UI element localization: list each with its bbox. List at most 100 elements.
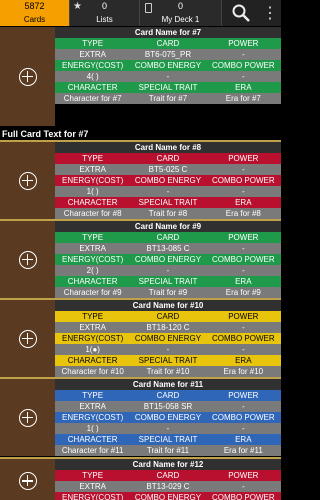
card-character: Character for #10	[61, 367, 124, 376]
card-header: CARD	[156, 233, 180, 242]
card-number: BT6-075_PR	[144, 50, 192, 59]
combo-power-header: COMBO POWER	[211, 334, 275, 343]
card-number: BT18-120 C	[146, 323, 190, 332]
character-header: CHARACTER	[67, 83, 118, 92]
card-type: EXTRA	[79, 402, 106, 411]
card-entry[interactable]: Card Name for #8 TYPE CARD POWER EXTRA BT5-02…	[0, 142, 281, 219]
card-info-row: EXTRA BT13-085 C -	[55, 243, 281, 254]
card-energy: 1(●)	[85, 345, 100, 354]
card-info-row: ENERGY(COST) COMBO ENERGY COMBO POWER	[55, 175, 281, 186]
card-info-row: TYPE CARD POWER	[55, 390, 281, 401]
tab-my-deck[interactable]: 0 My Deck 1	[140, 0, 222, 26]
card-character: Character for #9	[63, 288, 122, 297]
character-header: CHARACTER	[67, 277, 118, 286]
card-header: CARD	[156, 391, 180, 400]
combo-power-header: COMBO POWER	[211, 255, 275, 264]
card-era: Era for #9	[225, 288, 261, 297]
character-header: CHARACTER	[67, 356, 118, 365]
type-header: TYPE	[82, 233, 104, 242]
card-info-row: Character for #9 Trait for #9 Era for #9	[55, 287, 281, 298]
combo-energy-header: COMBO ENERGY	[134, 334, 202, 343]
add-to-deck-icon[interactable]	[18, 329, 37, 348]
type-header: TYPE	[82, 471, 104, 480]
special-trait-header: SPECIAL TRAIT	[138, 277, 198, 286]
card-type: EXTRA	[79, 482, 106, 491]
add-to-deck-icon[interactable]	[18, 171, 37, 190]
card-type: EXTRA	[79, 165, 106, 174]
card-entry[interactable]: Card Name for #7 TYPE CARD POWER EXTRA BT6-07…	[0, 27, 281, 164]
add-to-deck-icon[interactable]	[18, 472, 37, 490]
card-info-row: Character for #7 Trait for #7 Era for #7	[55, 93, 281, 104]
card-energy: 1( )	[86, 187, 99, 196]
era-header: ERA	[235, 356, 252, 365]
type-header: TYPE	[82, 312, 104, 321]
era-header: ERA	[235, 198, 252, 207]
special-trait-header: SPECIAL TRAIT	[138, 356, 198, 365]
card-info-row: EXTRA BT15-058 SR -	[55, 401, 281, 412]
top-bar: 5872 Cards ★ 0 Lists 0 My Deck 1 ⋮	[0, 0, 281, 26]
card-type: EXTRA	[79, 244, 106, 253]
special-trait-header: SPECIAL TRAIT	[138, 198, 198, 207]
card-entry[interactable]: Card Name for #11 TYPE CARD POWER EXTRA BT15-…	[0, 379, 281, 456]
card-info-row: 1(●) - -	[55, 344, 281, 355]
add-to-deck-icon[interactable]	[18, 67, 37, 86]
power-header: POWER	[228, 471, 259, 480]
card-power: -	[241, 402, 245, 411]
combo-energy-header: COMBO ENERGY	[134, 61, 202, 70]
card-info-row: Card Name for #9	[55, 221, 281, 232]
card-info-row: 1( ) - -	[55, 186, 281, 197]
tab-cards[interactable]: 5872 Cards	[0, 0, 70, 26]
card-image-slot[interactable]	[0, 459, 55, 500]
card-energy: 4( )	[86, 72, 99, 81]
card-entry[interactable]: Card Name for #9 TYPE CARD POWER EXTRA BT13-0…	[0, 221, 281, 298]
add-to-deck-icon[interactable]	[18, 250, 37, 269]
energy-header: ENERGY(COST)	[61, 176, 124, 185]
card-image-slot[interactable]	[0, 221, 55, 298]
card-trait: Trait for #7	[148, 94, 188, 103]
card-info-row: EXTRA BT6-075_PR -	[55, 49, 281, 60]
card-image-slot[interactable]	[0, 27, 55, 126]
card-combo-power: -	[241, 345, 245, 354]
tab-lists[interactable]: ★ 0 Lists	[70, 0, 140, 26]
card-era: Era for #10	[223, 367, 264, 376]
card-info-table: Card Name for #12 TYPE CARD POWER EXTRA BT13-…	[55, 459, 281, 500]
card-combo-energy: -	[166, 266, 170, 275]
card-entry[interactable]: Card Name for #10 TYPE CARD POWER EXTRA BT18-…	[0, 300, 281, 377]
card-info-row: Card Name for #10	[55, 300, 281, 311]
card-info-row: ENERGY(COST) COMBO ENERGY COMBO POWER	[55, 333, 281, 344]
card-info-row: 4( ) - -	[55, 71, 281, 82]
card-trait: Trait for #10	[146, 367, 190, 376]
deck-label: My Deck 1	[161, 15, 200, 24]
more-vert-icon: ⋮	[262, 5, 278, 22]
card-combo-power: -	[241, 72, 245, 81]
card-info-row: TYPE CARD POWER	[55, 153, 281, 164]
overflow-menu-button[interactable]: ⋮	[260, 0, 280, 26]
card-info-row: EXTRA BT13-029 C -	[55, 481, 281, 492]
full-card-text-link[interactable]: Full Card Text for #7	[0, 129, 281, 139]
card-energy: 2( )	[86, 266, 99, 275]
card-power: -	[241, 482, 245, 491]
card-era: Era for #8	[225, 209, 261, 218]
card-character: Character for #11	[61, 446, 124, 455]
card-info-row: TYPE CARD POWER	[55, 38, 281, 49]
search-button[interactable]	[222, 0, 260, 26]
card-image-slot[interactable]	[0, 300, 55, 377]
card-header: CARD	[156, 471, 180, 480]
card-name: Card Name for #9	[134, 222, 202, 231]
card-info-row: Card Name for #11	[55, 379, 281, 390]
card-entry[interactable]: Card Name for #12 TYPE CARD POWER EXTRA BT13-…	[0, 459, 281, 500]
card-power: -	[241, 165, 245, 174]
card-info-table: Card Name for #11 TYPE CARD POWER EXTRA BT15-…	[55, 379, 281, 456]
card-image-slot[interactable]	[0, 379, 55, 456]
card-info-row: CHARACTER SPECIAL TRAIT ERA	[55, 355, 281, 366]
cards-count: 5872	[24, 1, 45, 11]
power-header: POWER	[228, 233, 259, 242]
era-header: ERA	[235, 435, 252, 444]
card-image-slot[interactable]	[0, 142, 55, 219]
power-header: POWER	[228, 154, 259, 163]
era-header: ERA	[235, 83, 252, 92]
card-era: Era for #7	[225, 94, 261, 103]
combo-energy-header: COMBO ENERGY	[134, 493, 202, 500]
combo-power-header: COMBO POWER	[211, 413, 275, 422]
add-to-deck-icon[interactable]	[18, 408, 37, 427]
